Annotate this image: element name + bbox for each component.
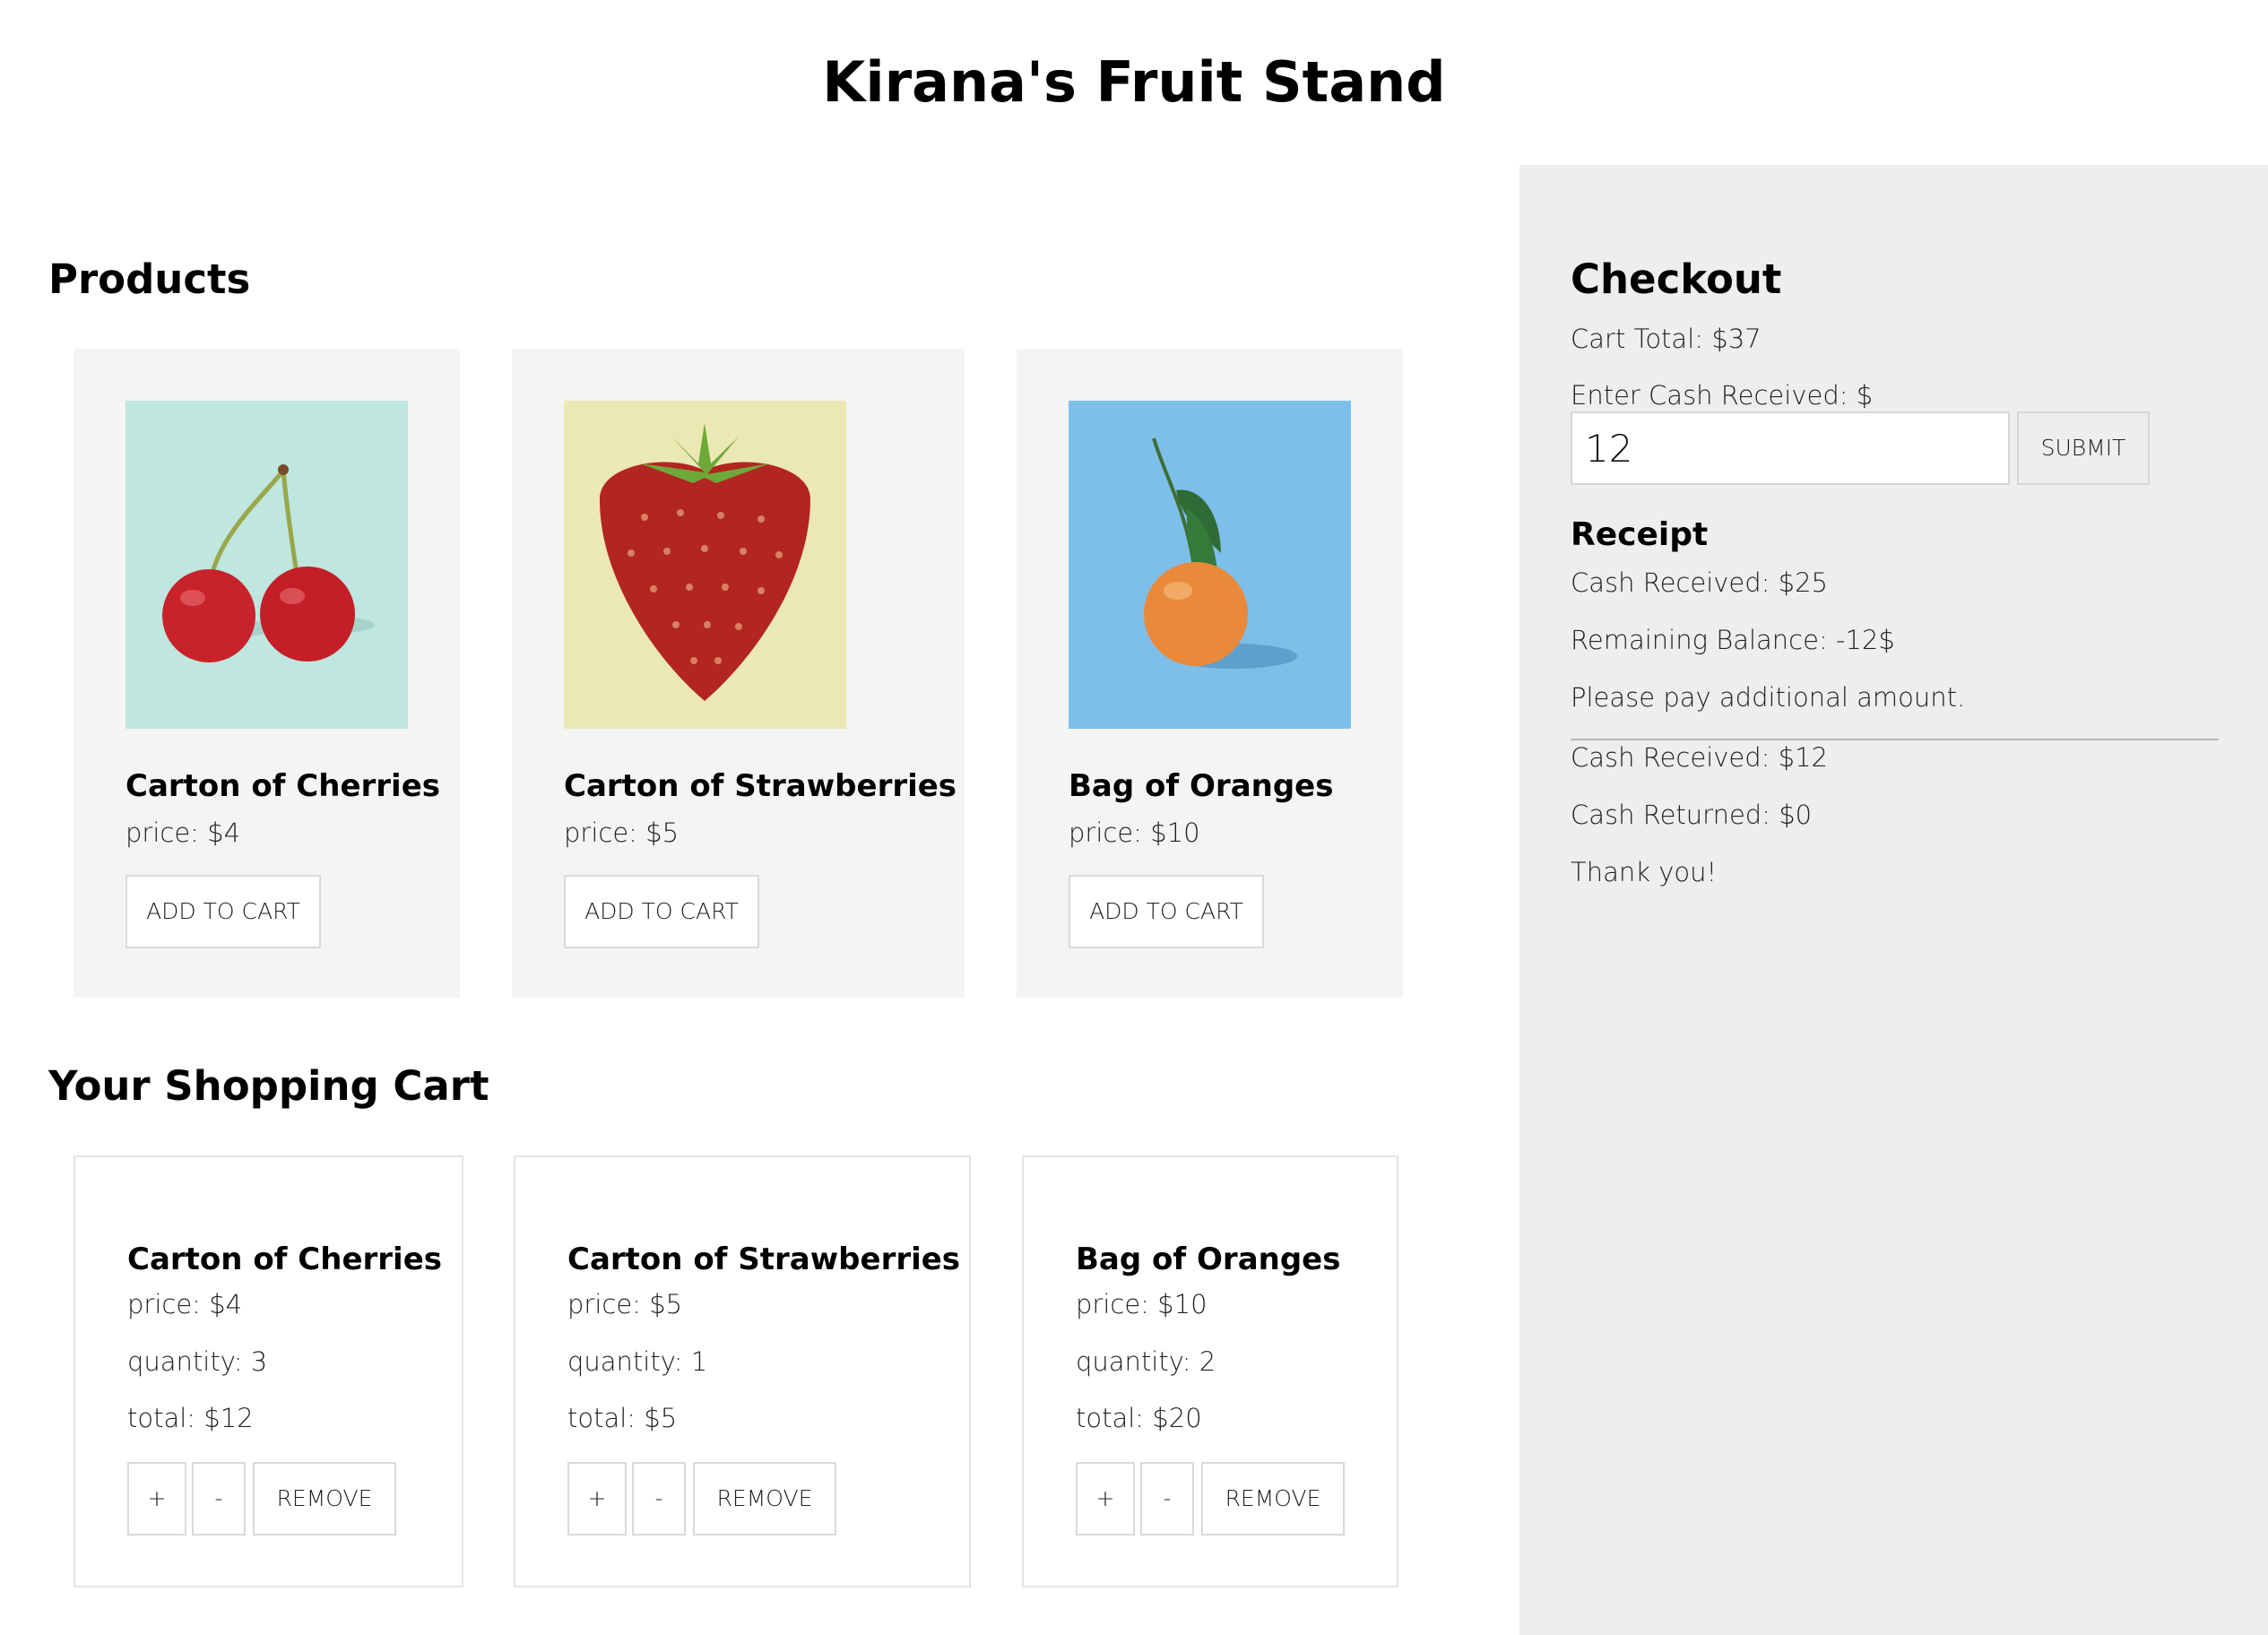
cart-item-quantity: quantity: 1 <box>567 1346 708 1377</box>
product-card-strawberries: Carton of Strawberries price: $5 ADD TO … <box>512 349 965 998</box>
page: Kirana's Fruit Stand Products Carton of … <box>0 0 2268 1635</box>
increase-quantity-button[interactable]: + <box>1076 1462 1135 1536</box>
cherries-photo <box>126 401 408 729</box>
strawberries-image <box>564 401 846 729</box>
increase-quantity-button[interactable]: + <box>567 1462 627 1536</box>
decrease-quantity-button[interactable]: - <box>1140 1462 1194 1536</box>
cart-item-quantity: quantity: 3 <box>127 1346 268 1377</box>
receipt-remaining-balance: Remaining Balance: -12$ <box>1571 625 1895 655</box>
cart-item-quantity: quantity: 2 <box>1076 1346 1216 1377</box>
add-to-cart-button[interactable]: ADD TO CART <box>1069 875 1264 948</box>
receipt-cash-received: Cash Received: $12 <box>1571 742 1829 773</box>
receipt-thank-you: Thank you! <box>1571 857 1718 887</box>
cart-heading: Your Shopping Cart <box>48 1062 489 1110</box>
product-name: Carton of Strawberries <box>564 768 957 804</box>
cart-item-cherries: Carton of Cherries price: $4 quantity: 3… <box>74 1155 463 1587</box>
product-price: price: $4 <box>126 818 241 848</box>
site-title: Kirana's Fruit Stand <box>822 49 1446 115</box>
strawberry-photo <box>564 401 846 729</box>
product-name: Bag of Oranges <box>1069 768 1334 804</box>
remove-item-button[interactable]: REMOVE <box>693 1462 836 1536</box>
receipt-heading: Receipt <box>1571 516 1709 553</box>
cart-item-name: Carton of Cherries <box>127 1241 443 1277</box>
cart-item-total: total: $5 <box>567 1403 678 1433</box>
cherries-image <box>126 401 408 729</box>
add-to-cart-button[interactable]: ADD TO CART <box>126 875 321 948</box>
orange-photo <box>1069 401 1351 729</box>
cart-total: Cart Total: $37 <box>1571 324 1762 354</box>
cart-item-oranges: Bag of Oranges price: $10 quantity: 2 to… <box>1022 1155 1398 1587</box>
product-card-oranges: Bag of Oranges price: $10 ADD TO CART <box>1017 349 1403 998</box>
cart-item-name: Bag of Oranges <box>1076 1241 1341 1277</box>
remove-item-button[interactable]: REMOVE <box>253 1462 396 1536</box>
receipt-cash-received: Cash Received: $25 <box>1571 567 1829 598</box>
product-price: price: $5 <box>564 818 680 848</box>
cart-item-price: price: $4 <box>127 1289 243 1319</box>
cart-item-total: total: $12 <box>127 1403 254 1433</box>
oranges-image <box>1069 401 1351 729</box>
checkout-heading: Checkout <box>1571 255 1782 303</box>
product-card-cherries: Carton of Cherries price: $4 ADD TO CART <box>74 349 460 998</box>
cart-item-strawberries: Carton of Strawberries price: $5 quantit… <box>514 1155 971 1587</box>
increase-quantity-button[interactable]: + <box>127 1462 186 1536</box>
remove-item-button[interactable]: REMOVE <box>1201 1462 1345 1536</box>
cart-item-price: price: $5 <box>567 1289 683 1319</box>
products-heading: Products <box>48 255 251 303</box>
cart-item-price: price: $10 <box>1076 1289 1208 1319</box>
submit-button[interactable]: SUBMIT <box>2017 411 2150 485</box>
decrease-quantity-button[interactable]: - <box>632 1462 686 1536</box>
receipt-cash-returned: Cash Returned: $0 <box>1571 800 1813 830</box>
receipt-pay-message: Please pay additional amount. <box>1571 682 1966 713</box>
cash-received-input[interactable] <box>1571 411 2010 485</box>
cart-item-total: total: $20 <box>1076 1403 1202 1433</box>
cart-item-name: Carton of Strawberries <box>567 1241 961 1277</box>
decrease-quantity-button[interactable]: - <box>192 1462 246 1536</box>
cash-received-label: Enter Cash Received: $ <box>1571 380 1874 411</box>
add-to-cart-button[interactable]: ADD TO CART <box>564 875 759 948</box>
product-price: price: $10 <box>1069 818 1200 848</box>
product-name: Carton of Cherries <box>126 768 441 804</box>
